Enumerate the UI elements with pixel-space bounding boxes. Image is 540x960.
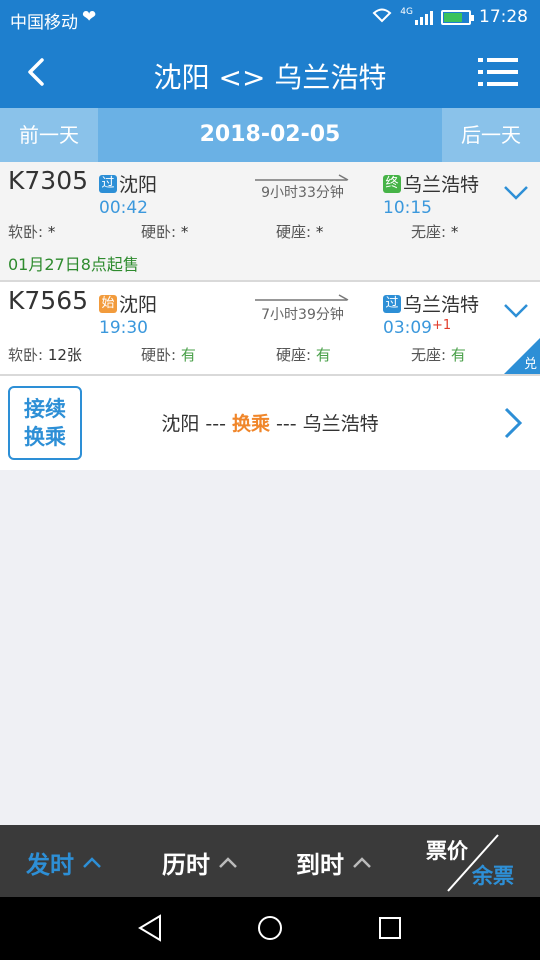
chevron-up-icon: [83, 856, 101, 868]
next-day-button[interactable]: 后一天: [442, 108, 540, 162]
network-type: 4G: [400, 7, 413, 17]
train-row[interactable]: K7565 始 沈阳 19:30 7小时39分钟 过 乌兰浩特 03:09+1 …: [0, 282, 540, 374]
chevron-right-icon[interactable]: [502, 406, 524, 440]
pass-badge: 过: [99, 174, 117, 193]
status-icons: 4G 17:28: [372, 7, 528, 27]
chevron-up-icon: [353, 856, 371, 868]
sort-arrive-button[interactable]: 到时: [296, 845, 372, 880]
battery-icon: [441, 9, 474, 25]
clock: 17:28: [479, 7, 528, 27]
nav-home-icon[interactable]: [255, 913, 285, 943]
nav-back-icon[interactable]: [136, 913, 166, 943]
duration: 7小时39分钟: [261, 307, 344, 323]
seat-hard-seat: 硬座: 有: [276, 346, 331, 364]
wifi-icon: [372, 7, 392, 27]
seat-no-seat: 无座: *: [411, 223, 459, 241]
seat-soft-sleeper: 软卧: *: [8, 223, 56, 241]
from-station: 始 沈阳: [99, 290, 157, 317]
pass-badge: 过: [383, 294, 401, 313]
to-station-name: 乌兰浩特: [403, 174, 480, 196]
from-station-name: 沈阳: [119, 174, 158, 196]
menu-icon[interactable]: [478, 56, 518, 88]
sort-bar: 发时 历时 到时 票价 余票: [0, 825, 540, 897]
sort-depart-button[interactable]: 发时: [26, 845, 102, 880]
sort-duration-button[interactable]: 历时: [162, 845, 238, 880]
navigation-bar: [0, 897, 540, 960]
chevron-up-icon: [219, 856, 237, 868]
train-number: K7565: [8, 286, 89, 315]
arrive-time: 03:09+1: [383, 318, 452, 338]
carrier-name: 中国移动: [10, 13, 78, 33]
transfer-card[interactable]: 接续 换乘 沈阳 --- 换乘 --- 乌兰浩特: [0, 376, 540, 470]
nav-recent-icon[interactable]: [375, 913, 405, 943]
seat-no-seat: 无座: 有: [411, 346, 466, 364]
seat-hard-seat: 硬座: *: [276, 223, 324, 241]
title-bar: 沈阳 <> 乌兰浩特: [0, 36, 540, 108]
seat-soft-sleeper: 软卧: 12张: [8, 346, 82, 364]
from-station-name: 沈阳: [119, 294, 158, 316]
depart-time: 19:30: [99, 318, 148, 338]
transfer-route: 沈阳 --- 换乘 --- 乌兰浩特: [161, 413, 379, 435]
chevron-down-icon[interactable]: [502, 302, 530, 320]
sale-note: 01月27日8点起售: [8, 255, 139, 274]
arrow-icon: [255, 294, 349, 301]
chevron-down-icon[interactable]: [502, 184, 530, 202]
page-title: 沈阳 <> 乌兰浩特: [153, 61, 387, 94]
signal-icon: [415, 9, 433, 25]
train-number: K7305: [8, 166, 89, 195]
depart-time: 00:42: [99, 198, 148, 218]
seat-hard-sleeper: 硬卧: *: [141, 223, 189, 241]
remain-label: 余票: [472, 864, 514, 888]
to-station: 过 乌兰浩特: [383, 290, 479, 317]
to-station-name: 乌兰浩特: [403, 294, 480, 316]
arrive-time: 10:15: [383, 198, 432, 218]
seat-hard-sleeper: 硬卧: 有: [141, 346, 196, 364]
origin-badge: 始: [99, 294, 117, 313]
to-station: 终 乌兰浩特: [383, 170, 479, 197]
heart-icon: ❤: [82, 7, 97, 27]
train-row[interactable]: K7305 过 沈阳 00:42 9小时33分钟 终 乌兰浩特 10:15 软卧…: [0, 162, 540, 280]
exchange-tag: 兑: [504, 338, 540, 374]
status-bar: 中国移动 ❤ 4G 17:28: [0, 0, 540, 36]
date-bar: 前一天 2018-02-05 后一天: [0, 108, 540, 162]
duration: 9小时33分钟: [261, 185, 344, 201]
from-station: 过 沈阳: [99, 170, 157, 197]
terminal-badge: 终: [383, 174, 401, 193]
